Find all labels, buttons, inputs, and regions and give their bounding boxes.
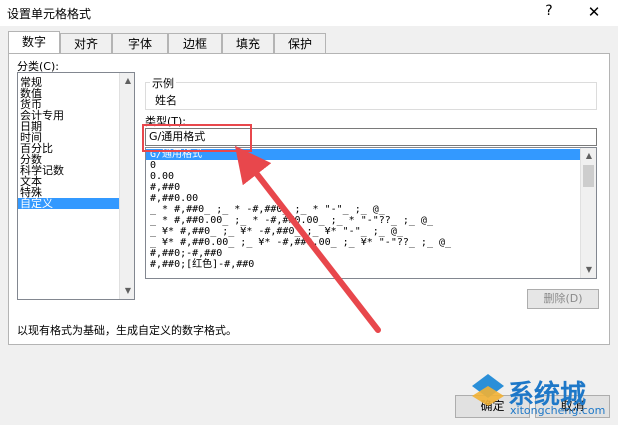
sample-label: 示例 [150, 75, 176, 91]
annotation-arrow-icon [234, 145, 381, 333]
watermark-url: xitongcheng.com [510, 404, 606, 417]
watermark-logo-icon [472, 374, 504, 406]
